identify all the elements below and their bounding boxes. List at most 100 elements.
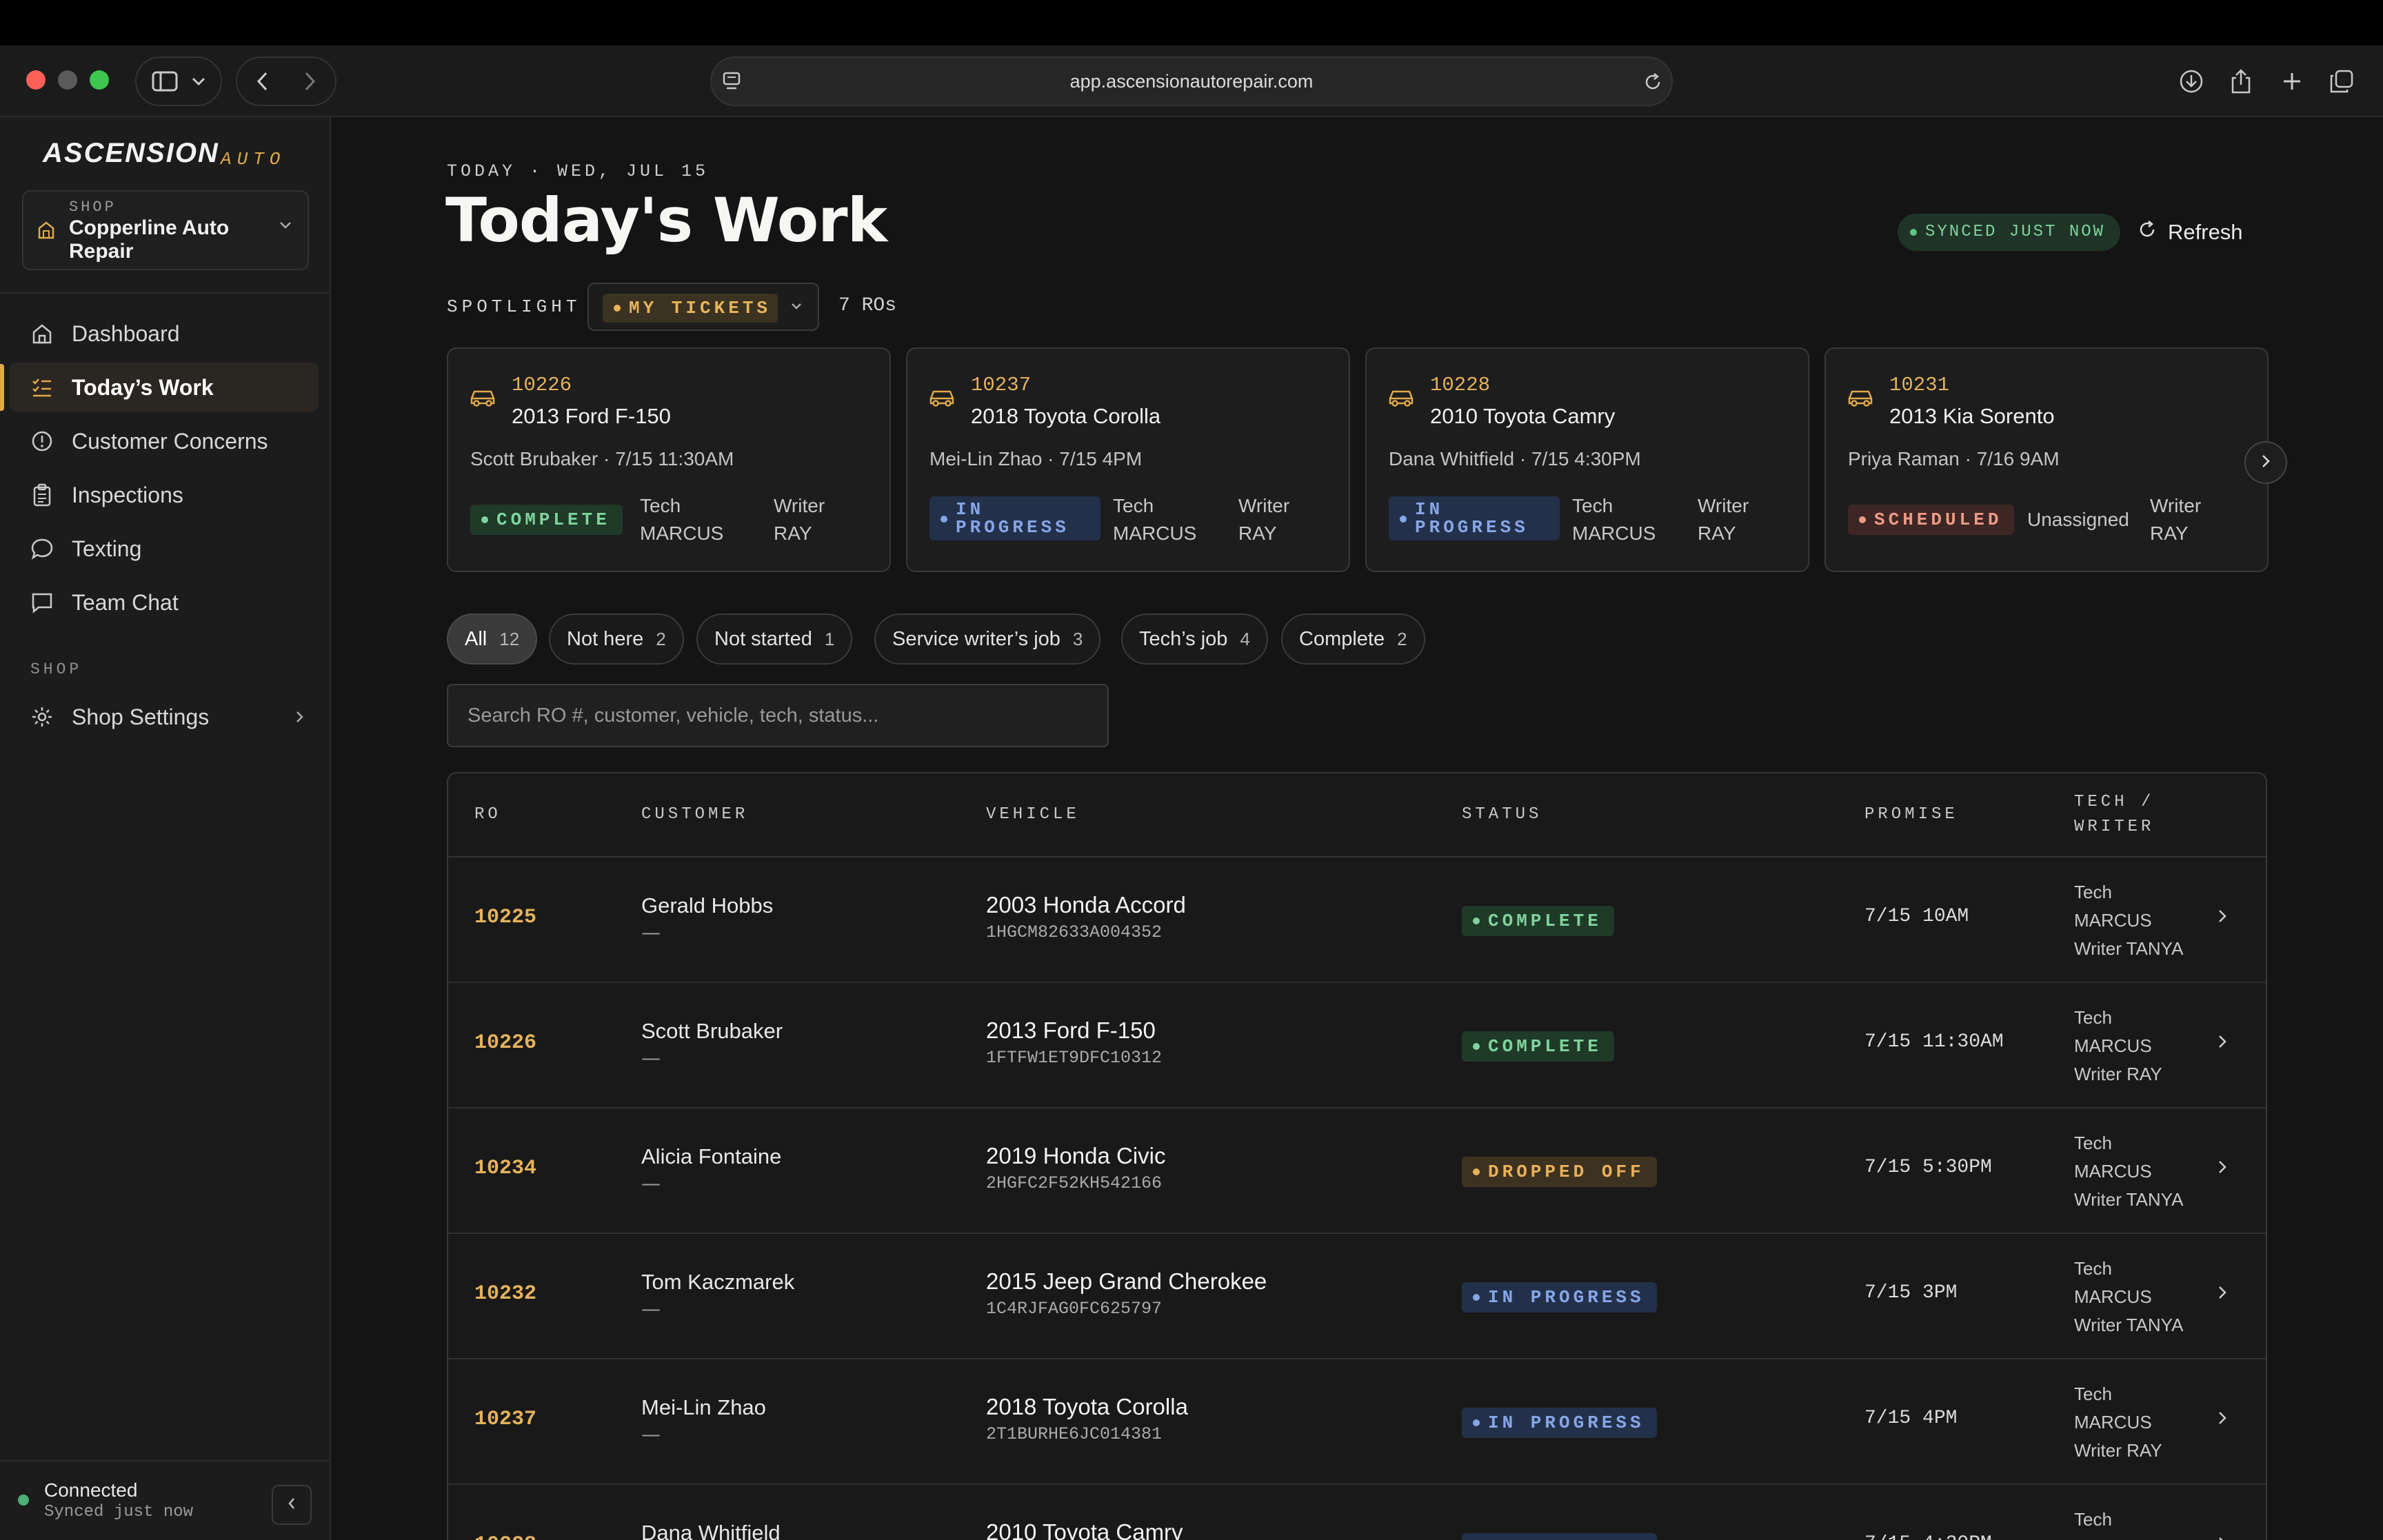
table-row[interactable]: 10226 Scott Brubaker — 2013 Ford F-150 1FTFW… [448,983,2266,1108]
sidebar-item-texting[interactable]: Texting [10,524,319,574]
chevron-right-icon[interactable] [2218,1410,2227,1428]
column-header-ro[interactable]: RO [474,773,501,856]
column-header-promise[interactable]: PROMISE [1864,773,1958,856]
maximize-window-button[interactable] [90,70,109,90]
filter-not-started[interactable]: Not started 1 [696,614,853,665]
card-customer: Scott Brubaker · 7/15 11:30AM [470,448,734,469]
tech-name: MARCUS [2074,910,2152,931]
chevron-right-icon[interactable] [2218,1536,2227,1540]
tech-writer: Tech [2074,1506,2112,1534]
filter-complete[interactable]: Complete 2 [1281,614,1425,665]
card-vehicle: 2013 Kia Sorento [1889,404,2055,428]
spotlight-select[interactable]: MY TICKETS [587,283,819,331]
downloads-icon[interactable] [2176,66,2206,97]
ro-number[interactable]: 10228 [474,1533,536,1540]
chevron-down-icon [192,77,205,86]
column-header-tech-writer[interactable]: TECH / WRITER [2074,773,2154,856]
sidebar-toggle-button[interactable] [135,57,222,106]
sidebar-item-label: Dashboard [72,321,180,346]
customer-name: Dana Whitfield [641,1521,781,1540]
tab-overview-icon[interactable] [2326,66,2357,97]
spotlight-card[interactable]: 10231 2013 Kia Sorento Priya Raman · 7/1… [1824,347,2269,572]
ro-number[interactable]: 10226 [474,1031,536,1055]
spotlight-card[interactable]: 10237 2018 Toyota Corolla Mei-Lin Zhao ·… [906,347,1350,572]
tech-name: MARCUS [2074,1412,2152,1432]
car-icon [928,386,956,409]
forward-arrow-icon[interactable] [303,71,316,92]
sidebar-item-todays-work[interactable]: Today’s Work [10,363,319,412]
screen-top-bar [0,0,2383,45]
chevron-right-icon[interactable] [2218,1034,2227,1052]
status-badge: SCHEDULED [1848,505,2015,535]
spotlight-card[interactable]: 10228 2010 Toyota Camry Dana Whitfield ·… [1365,347,1809,572]
sidebar-item-customer-concerns[interactable]: Customer Concerns [10,416,319,466]
status-text: IN PROGRESS [1488,1412,1645,1433]
share-icon[interactable] [2226,66,2256,97]
message-bubble-icon [30,537,58,560]
table-row[interactable]: 10237 Mei-Lin Zhao — 2018 Toyota Corolla 2T1… [448,1359,2266,1485]
table-row[interactable]: 10234 Alicia Fontaine — 2019 Honda Civic 2HG… [448,1108,2266,1234]
column-header-status[interactable]: STATUS [1462,773,1542,856]
refresh-button[interactable]: Refresh [2138,214,2243,251]
status-dot [1473,1043,1480,1050]
customer-sub: — [641,1297,661,1320]
back-arrow-icon[interactable] [256,71,270,92]
card-ro-number: 10226 [512,374,572,396]
table-row[interactable]: 10228Dana Whitfield—2010 Toyota CamryIN … [448,1485,2266,1540]
chevron-right-icon[interactable] [2218,1159,2227,1177]
ro-number[interactable]: 10234 [474,1157,536,1180]
chevron-left-icon [287,1497,296,1513]
checklist-icon [30,376,58,399]
sidebar-item-dashboard[interactable]: Dashboard [10,309,319,358]
tech-writer: Tech MARCUS Writer TANYA [2074,878,2183,963]
shop-selector[interactable]: SHOP Copperline Auto Repair [22,190,309,270]
filter-not-here[interactable]: Not here 2 [549,614,684,665]
card-vehicle: 2013 Ford F-150 [512,404,671,428]
app-logo: ASCENSION [43,138,219,168]
chevron-right-icon[interactable] [2218,909,2227,926]
connection-title: Connected [44,1479,138,1501]
card-customer: Dana Whitfield · 7/15 4:30PM [1389,448,1641,469]
ro-table: RO CUSTOMER VEHICLE STATUS PROMISE TECH … [447,772,2267,1540]
sidebar-item-team-chat[interactable]: Team Chat [10,578,319,627]
filter-all[interactable]: All 12 [447,614,538,665]
ro-number[interactable]: 10225 [474,906,536,929]
status-dot [1473,1419,1480,1426]
search-input[interactable] [447,684,1109,747]
shop-label: SHOP [69,199,117,216]
status-badge: IN PROGRESS [1462,1408,1657,1438]
minimize-window-button[interactable] [58,70,77,90]
address-bar[interactable]: app.ascensionautorepair.com [710,57,1673,106]
refresh-label: Refresh [2168,220,2243,244]
ro-number[interactable]: 10232 [474,1282,536,1306]
new-tab-plus-icon[interactable] [2277,66,2307,97]
table-row[interactable]: 10232 Tom Kaczmarek — 2015 Jeep Grand Chero… [448,1234,2266,1359]
close-window-button[interactable] [26,70,46,90]
filter-techs-job[interactable]: Tech’s job 4 [1121,614,1268,665]
customer-name: Mei-Lin Zhao [641,1395,766,1419]
ro-number[interactable]: 10237 [474,1408,536,1431]
status-badge: COMPLETE [1462,1031,1614,1062]
card-ro-number: 10228 [1430,374,1491,396]
promise-time: 7/15 5:30PM [1864,1157,1992,1178]
card-writer: Writer RAY [1698,495,1749,544]
column-header-customer[interactable]: CUSTOMER [641,773,748,856]
promise-time: 7/15 4PM [1864,1408,1958,1429]
filter-service-writers-job[interactable]: Service writer’s job 3 [874,614,1101,665]
connection-status: Connected Synced just now [0,1460,331,1540]
collapse-sidebar-button[interactable] [272,1485,312,1525]
chip-dot [614,305,621,312]
carousel-next-button[interactable] [2244,441,2287,484]
spotlight-selected-text: MY TICKETS [629,298,772,318]
sidebar-item-shop-settings[interactable]: Shop Settings [10,692,319,742]
chevron-right-icon[interactable] [2218,1285,2227,1303]
status-dot [18,1495,29,1506]
clipboard-icon [30,483,58,507]
table-row[interactable]: 10225 Gerald Hobbs — 2003 Honda Accord 1HGCM… [448,858,2266,983]
column-header-vehicle[interactable]: VEHICLE [986,773,1080,856]
sidebar-item-inspections[interactable]: Inspections [10,470,319,520]
filter-label: Not here [567,627,644,650]
spotlight-card[interactable]: 10226 2013 Ford F-150 Scott Brubaker · 7… [447,347,891,572]
tech-writer: Tech MARCUS Writer RAY [2074,1380,2162,1465]
reload-icon[interactable] [1642,72,1663,95]
